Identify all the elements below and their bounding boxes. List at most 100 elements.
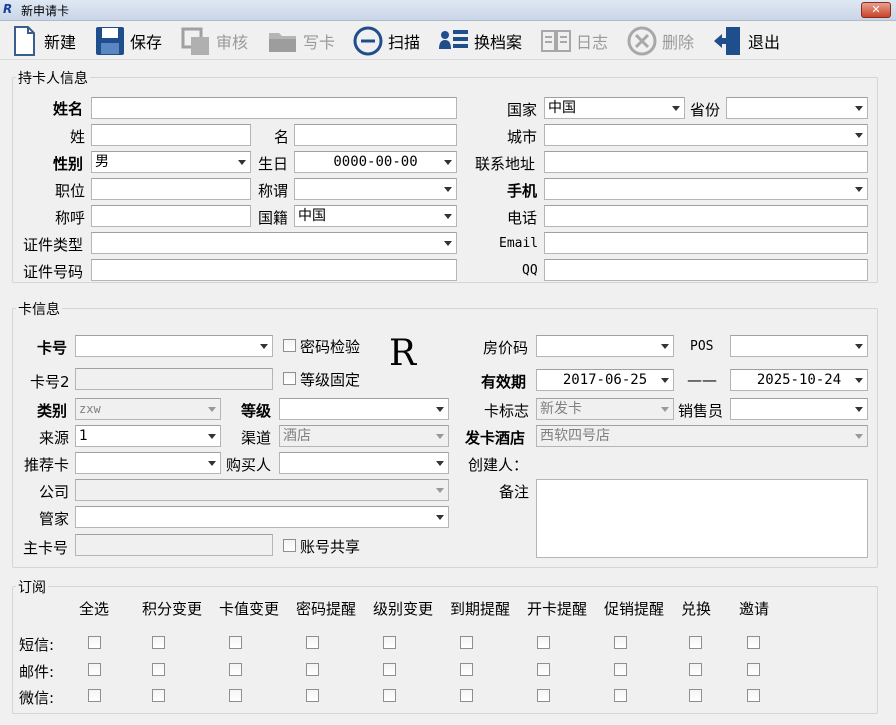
subscribe-checkbox-wechat-9[interactable]: [747, 689, 760, 702]
card-no-select[interactable]: [75, 335, 273, 357]
province-select[interactable]: [726, 97, 868, 119]
title-select[interactable]: [294, 178, 457, 200]
salutation-input[interactable]: [91, 205, 251, 227]
subscribe-checkbox-email-8[interactable]: [689, 663, 702, 676]
level-label: 等级: [241, 402, 272, 420]
qq-input[interactable]: [544, 259, 868, 281]
subscribe-checkbox-sms-3[interactable]: [306, 636, 319, 649]
id-number-input[interactable]: [91, 259, 457, 281]
subscribe-checkbox-wechat-4[interactable]: [383, 689, 396, 702]
col-level-change: 级别变更: [373, 600, 434, 618]
col-expiry-reminder: 到期提醒: [450, 600, 511, 618]
gender-select[interactable]: 男: [91, 151, 251, 173]
birthday-picker[interactable]: 0000-00-00: [294, 151, 457, 173]
subscribe-checkbox-wechat-0[interactable]: [88, 689, 101, 702]
scan-button[interactable]: 扫描: [352, 24, 420, 58]
subscribe-checkbox-sms-7[interactable]: [614, 636, 627, 649]
salesman-select[interactable]: [730, 398, 868, 420]
subscribe-checkbox-sms-6[interactable]: [537, 636, 550, 649]
exit-button[interactable]: 退出: [712, 24, 780, 58]
given-name-input[interactable]: [294, 124, 457, 146]
subscribe-checkbox-wechat-6[interactable]: [537, 689, 550, 702]
remark-textarea[interactable]: [536, 479, 868, 558]
type-select[interactable]: zxw: [75, 398, 221, 420]
id-type-select[interactable]: [91, 232, 457, 254]
subscribe-checkbox-email-6[interactable]: [537, 663, 550, 676]
subscribe-checkbox-wechat-2[interactable]: [229, 689, 242, 702]
subscribe-checkbox-wechat-1[interactable]: [152, 689, 165, 702]
referrer-label: 推荐卡: [24, 456, 70, 474]
new-document-icon: [14, 26, 35, 56]
subscribe-checkbox-sms-0[interactable]: [88, 636, 101, 649]
rate-code-label: 房价码: [483, 339, 529, 357]
valid-to-picker[interactable]: 2025-10-24: [730, 369, 868, 391]
log-button[interactable]: 日志: [540, 24, 608, 58]
title-label: 称谓: [258, 182, 289, 200]
write-card-button[interactable]: 写卡: [267, 24, 335, 58]
subscribe-checkbox-email-9[interactable]: [747, 663, 760, 676]
subscribe-checkbox-sms-2[interactable]: [229, 636, 242, 649]
rate-code-select[interactable]: [536, 335, 674, 357]
position-input[interactable]: [91, 178, 251, 200]
issuing-hotel-select[interactable]: 西软四号店: [536, 425, 868, 447]
gender-label: 性别: [53, 155, 84, 173]
subscribe-checkbox-wechat-7[interactable]: [614, 689, 627, 702]
account-share-checkbox[interactable]: [283, 539, 296, 552]
source-select[interactable]: 1: [75, 425, 221, 447]
pos-select[interactable]: [730, 335, 868, 357]
subscribe-checkbox-sms-1[interactable]: [152, 636, 165, 649]
switch-profile-button[interactable]: 换档案: [438, 24, 522, 58]
col-value-change: 卡值变更: [219, 600, 280, 618]
mobile-label: 手机: [507, 182, 538, 200]
level-select[interactable]: [279, 398, 449, 420]
col-select-all: 全选: [79, 600, 110, 618]
address-input[interactable]: [544, 151, 868, 173]
channel-select[interactable]: 酒店: [279, 425, 449, 447]
row-wechat-label: 微信:: [19, 689, 55, 707]
card-no2-input[interactable]: [75, 368, 273, 390]
level-fixed-checkbox[interactable]: [283, 372, 296, 385]
audit-button[interactable]: 审核: [180, 24, 248, 58]
validity-label: 有效期: [481, 373, 527, 391]
subscribe-checkbox-email-1[interactable]: [152, 663, 165, 676]
phone-input[interactable]: [544, 205, 868, 227]
steward-select[interactable]: [75, 506, 449, 528]
city-select[interactable]: [544, 124, 868, 146]
subscribe-checkbox-email-3[interactable]: [306, 663, 319, 676]
close-button[interactable]: ✕: [861, 2, 891, 18]
subscribe-checkbox-wechat-3[interactable]: [306, 689, 319, 702]
profile-list-icon: [439, 30, 468, 49]
subscribe-checkbox-email-2[interactable]: [229, 663, 242, 676]
subscribe-checkbox-sms-5[interactable]: [460, 636, 473, 649]
subscribe-checkbox-email-0[interactable]: [88, 663, 101, 676]
buyer-select[interactable]: [279, 452, 449, 474]
mobile-select[interactable]: [544, 178, 868, 200]
save-button[interactable]: 保存: [94, 24, 162, 58]
write-card-label: 写卡: [303, 33, 336, 52]
subscribe-checkbox-email-7[interactable]: [614, 663, 627, 676]
subscribe-checkbox-sms-4[interactable]: [383, 636, 396, 649]
subscribe-checkbox-sms-9[interactable]: [747, 636, 760, 649]
subscribe-checkbox-email-5[interactable]: [460, 663, 473, 676]
email-input[interactable]: [544, 232, 868, 254]
company-select[interactable]: [75, 479, 449, 501]
country-select[interactable]: 中国: [544, 97, 685, 119]
app-logo-icon: R: [3, 2, 13, 16]
subscribe-checkbox-wechat-8[interactable]: [689, 689, 702, 702]
surname-input[interactable]: [91, 124, 251, 146]
referrer-select[interactable]: [75, 452, 221, 474]
main-card-input[interactable]: [75, 534, 273, 556]
birthday-label: 生日: [258, 155, 289, 173]
nationality-select[interactable]: 中国: [294, 205, 457, 227]
delete-button[interactable]: 删除: [626, 24, 694, 58]
subscribe-checkbox-email-4[interactable]: [383, 663, 396, 676]
card-flag-select[interactable]: 新发卡: [536, 398, 674, 420]
new-button[interactable]: 新建: [8, 24, 76, 58]
subscribe-checkbox-wechat-5[interactable]: [460, 689, 473, 702]
full-name-input[interactable]: [91, 97, 457, 119]
buyer-label: 购买人: [226, 456, 272, 474]
password-check-checkbox[interactable]: [283, 339, 296, 352]
card-no-label: 卡号: [37, 339, 68, 357]
subscribe-checkbox-sms-8[interactable]: [689, 636, 702, 649]
valid-from-picker[interactable]: 2017-06-25: [536, 369, 674, 391]
